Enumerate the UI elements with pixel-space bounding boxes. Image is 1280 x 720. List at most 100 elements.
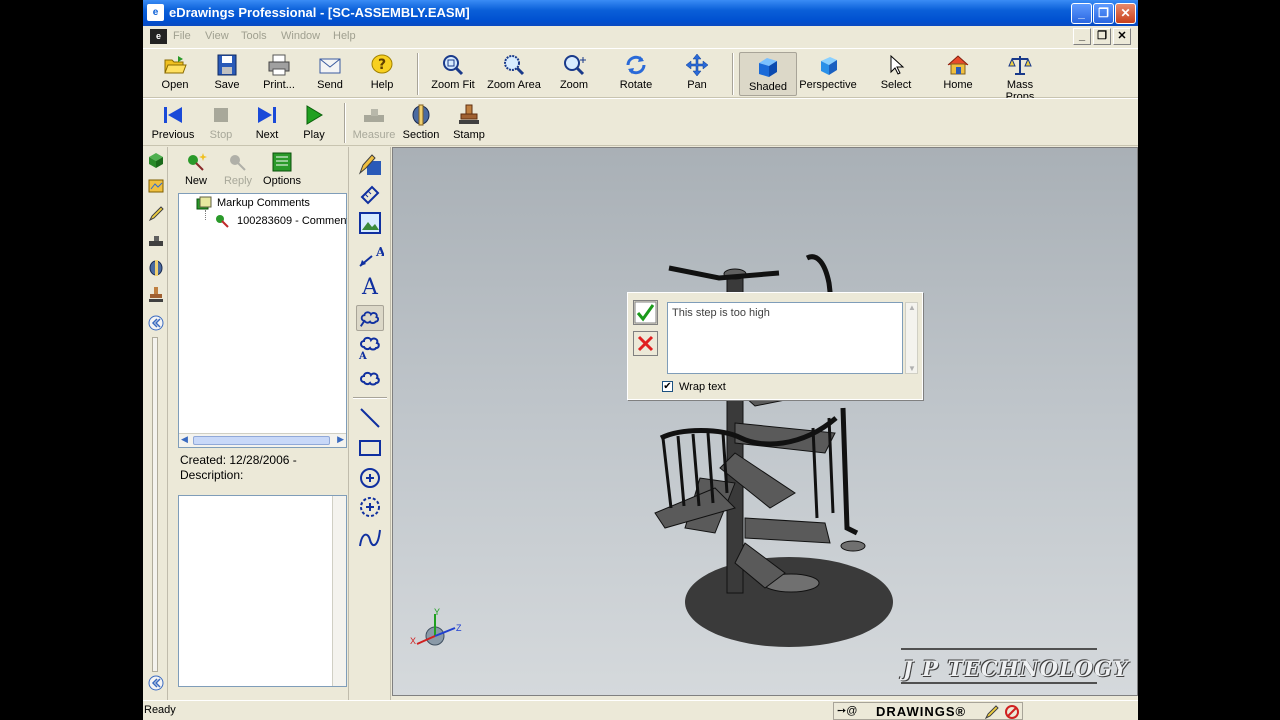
help-button[interactable]: ? Help: [364, 53, 400, 91]
doc-close-button[interactable]: ✕: [1113, 28, 1131, 45]
sheets-tab-icon[interactable]: [147, 151, 165, 169]
mass-props-button[interactable]: Mass Props: [991, 53, 1049, 103]
tree-root-label[interactable]: Markup Comments: [217, 197, 310, 209]
open-folder-icon: [164, 56, 187, 74]
pencil-save-icon[interactable]: [356, 153, 384, 179]
select-button[interactable]: Select: [878, 53, 914, 91]
rotate-icon: [626, 55, 646, 75]
doc-minimize-button[interactable]: _: [1073, 28, 1091, 45]
menu-window[interactable]: Window: [281, 30, 320, 42]
collapse-panel-bottom-icon[interactable]: [148, 675, 164, 691]
axis-y-label: Y: [434, 607, 441, 617]
doc-restore-button[interactable]: ❐: [1093, 28, 1111, 45]
cancel-comment-button[interactable]: [633, 331, 658, 356]
text-tool-icon[interactable]: A: [356, 275, 384, 301]
menu-help[interactable]: Help: [333, 30, 356, 42]
svg-text:A: A: [358, 351, 367, 361]
comment-text-area[interactable]: This step is too high: [667, 302, 903, 374]
rotate-button[interactable]: Rotate: [617, 53, 655, 91]
floppy-disk-icon: [217, 54, 237, 76]
status-bar: Ready ➙@ DRAWINGS®: [143, 700, 1138, 720]
maximize-button[interactable]: ❐: [1093, 3, 1114, 24]
dimension-icon[interactable]: [356, 181, 384, 207]
model-viewport[interactable]: Y X Z J P TECHNOLOGY: [392, 147, 1138, 696]
document-icon[interactable]: e: [150, 29, 167, 44]
markup-tree[interactable]: Markup Comments 100283609 - Comment2 ◀ ▶: [178, 193, 347, 448]
stamp-button[interactable]: Stamp: [449, 103, 489, 141]
arc-tool-icon[interactable]: [356, 494, 384, 520]
pan-button[interactable]: Pan: [679, 53, 715, 91]
options-button[interactable]: Options: [262, 151, 302, 187]
new-comment-icon: [188, 153, 207, 171]
markup-tab-icon[interactable]: [147, 205, 165, 223]
window-title: eDrawings Professional - [SC-ASSEMBLY.EA…: [169, 5, 470, 20]
send-button[interactable]: Send: [312, 53, 348, 91]
open-button[interactable]: Open: [157, 53, 193, 91]
panel-scrollbar[interactable]: [152, 337, 158, 672]
measure-tab-icon[interactable]: [147, 232, 165, 250]
animation-toolbar: Previous Stop Next Play Measure Section …: [143, 98, 1138, 146]
description-field[interactable]: [178, 495, 347, 687]
rectangle-tool-icon[interactable]: [356, 435, 384, 461]
no-edit-icon[interactable]: [1004, 704, 1020, 720]
cloud-leader-icon[interactable]: [356, 305, 384, 331]
zoom-icon: [564, 55, 586, 76]
markup-pencil-icon[interactable]: [984, 704, 1000, 720]
section-button[interactable]: Section: [401, 103, 441, 141]
markup-tools-strip: A A A: [348, 147, 391, 700]
new-markup-button[interactable]: New: [178, 151, 214, 187]
zoom-fit-button[interactable]: Zoom Fit: [430, 53, 476, 91]
minimize-button[interactable]: _: [1071, 3, 1092, 24]
save-button[interactable]: Save: [209, 53, 245, 91]
tree-horizontal-scrollbar[interactable]: ◀ ▶: [179, 433, 346, 447]
zoom-button[interactable]: Zoom: [556, 53, 592, 91]
spline-tool-icon[interactable]: [356, 524, 384, 550]
accept-comment-button[interactable]: [633, 300, 658, 325]
home-icon: [947, 55, 969, 75]
menu-view[interactable]: View: [205, 30, 229, 42]
leader-text-icon[interactable]: A: [356, 244, 384, 270]
stamp-icon: [459, 104, 479, 124]
wrap-text-checkbox[interactable]: ✔: [662, 381, 673, 392]
balance-scale-icon: [1008, 56, 1032, 75]
next-button[interactable]: Next: [249, 103, 285, 141]
envelope-icon: [319, 58, 341, 74]
play-icon: [306, 105, 323, 125]
section-tab-icon[interactable]: [147, 259, 165, 277]
comment-scrollbar[interactable]: ▲ ▼: [905, 302, 918, 374]
title-bar[interactable]: e eDrawings Professional - [SC-ASSEMBLY.…: [143, 0, 1138, 26]
scrollbar-thumb[interactable]: [193, 436, 330, 445]
measure-button[interactable]: Measure: [351, 103, 397, 141]
home-button[interactable]: Home: [940, 53, 976, 91]
stamp-tab-icon[interactable]: [147, 286, 165, 304]
components-tab-icon[interactable]: [147, 177, 165, 195]
shaded-button[interactable]: Shaded: [739, 52, 797, 96]
stop-icon: [214, 108, 228, 122]
reply-icon: [230, 155, 246, 171]
menu-file[interactable]: File: [173, 30, 191, 42]
image-icon[interactable]: [356, 210, 384, 236]
zoom-area-button[interactable]: Zoom Area: [485, 53, 543, 91]
circle-tool-icon[interactable]: [356, 465, 384, 491]
cloud-text-icon[interactable]: A: [356, 335, 384, 361]
panel-tab-strip: [143, 147, 168, 700]
print-button[interactable]: Print...: [257, 53, 301, 91]
brand-area: ➙@ DRAWINGS®: [833, 702, 1023, 720]
stop-button[interactable]: Stop: [203, 103, 239, 141]
close-button[interactable]: ✕: [1115, 3, 1136, 24]
wrap-text-label: Wrap text: [679, 381, 726, 393]
previous-button[interactable]: Previous: [151, 103, 195, 141]
perspective-button[interactable]: Perspective: [799, 53, 857, 91]
cloud-icon[interactable]: [356, 364, 384, 390]
collapse-panel-icon[interactable]: [148, 315, 164, 331]
reply-button[interactable]: Reply: [220, 151, 256, 187]
menu-tools[interactable]: Tools: [241, 30, 267, 42]
spiral-staircase-model[interactable]: [393, 148, 1137, 695]
play-button[interactable]: Play: [296, 103, 332, 141]
description-scrollbar[interactable]: [332, 496, 346, 686]
tree-item-comment[interactable]: 100283609 - Comment2: [237, 215, 347, 227]
shaded-cube-icon: [759, 58, 777, 77]
line-tool-icon[interactable]: [356, 405, 384, 431]
main-toolbar: Open Save Print... Send ? Help Zoom Fit …: [143, 48, 1138, 103]
watermark-frame: J P TECHNOLOGY: [901, 648, 1128, 684]
